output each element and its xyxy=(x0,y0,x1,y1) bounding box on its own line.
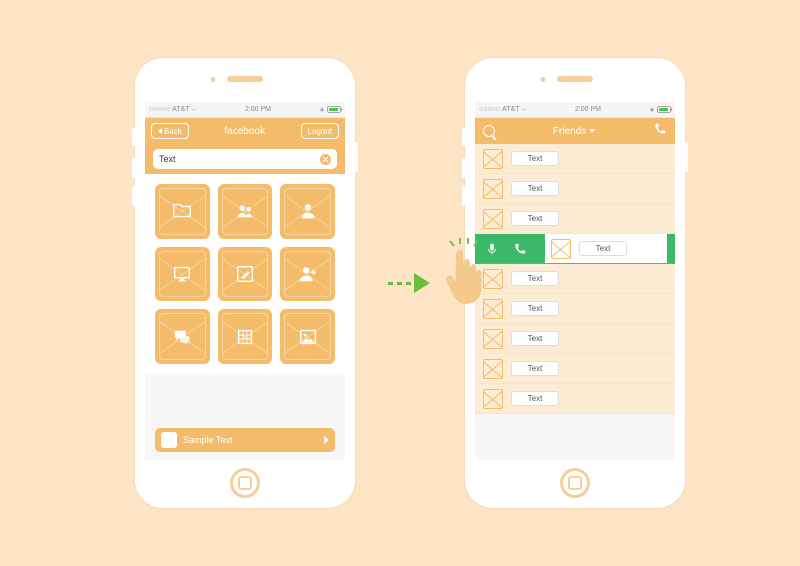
bluetooth-icon: ∗ xyxy=(649,106,655,114)
bottom-label: Sample Text xyxy=(183,435,232,445)
tile-airplay[interactable] xyxy=(155,247,210,302)
nav-bar: Friends xyxy=(475,118,675,144)
home-button[interactable] xyxy=(230,468,260,498)
screen-left: ○○○○○ AT&T ⌵ 2:00 PM ∗ Back facebook Log… xyxy=(145,102,345,460)
list-item[interactable]: Text xyxy=(475,294,675,324)
power-button xyxy=(685,142,688,172)
bottom-thumb xyxy=(161,432,177,448)
call-icon[interactable] xyxy=(653,122,667,141)
swipe-hand-icon xyxy=(438,238,490,308)
tile-add-user[interactable] xyxy=(280,247,335,302)
row-button[interactable]: Text xyxy=(511,151,559,166)
avatar-placeholder xyxy=(483,329,503,349)
avatar-placeholder xyxy=(483,179,503,199)
signal-dots: ○○○○○ xyxy=(479,106,500,113)
row-button[interactable]: Text xyxy=(511,271,559,286)
transition-arrow xyxy=(388,273,430,293)
back-label: Back xyxy=(164,127,182,136)
front-camera xyxy=(211,77,216,82)
logout-label: Logout xyxy=(308,127,332,136)
list-item[interactable]: Text xyxy=(475,204,675,234)
carrier-label: AT&T xyxy=(502,106,519,113)
search-input[interactable]: Text xyxy=(153,149,337,169)
row-button[interactable]: Text xyxy=(511,301,559,316)
tile-grid[interactable] xyxy=(218,309,273,364)
bottom-bar[interactable]: Sample Text xyxy=(155,428,335,452)
tile-picture[interactable] xyxy=(280,309,335,364)
tile-chat[interactable] xyxy=(155,309,210,364)
wifi-icon: ⌵ xyxy=(522,106,527,114)
app-grid xyxy=(145,174,345,374)
tile-person[interactable] xyxy=(280,184,335,239)
nav-bar: Back facebook Logout xyxy=(145,118,345,144)
phone-frame-right: ○○○○○ AT&T ⌵ 2:00 PM ∗ Friends TextTextT… xyxy=(465,58,685,508)
avatar-placeholder xyxy=(551,239,571,259)
logout-button[interactable]: Logout xyxy=(301,123,339,139)
volume-down xyxy=(462,186,465,206)
mute-switch xyxy=(462,128,465,146)
bluetooth-icon: ∗ xyxy=(319,106,325,114)
volume-up xyxy=(132,158,135,178)
volume-down xyxy=(132,186,135,206)
tile-group[interactable] xyxy=(218,184,273,239)
avatar-placeholder xyxy=(483,359,503,379)
list-item[interactable]: Text xyxy=(475,384,675,414)
carrier-label: AT&T xyxy=(172,106,189,113)
battery-icon xyxy=(657,106,671,113)
volume-up xyxy=(462,158,465,178)
avatar-placeholder xyxy=(483,389,503,409)
earpiece xyxy=(227,76,263,82)
list-item[interactable]: Text xyxy=(475,144,675,174)
row-button[interactable]: Text xyxy=(511,181,559,196)
call-icon[interactable] xyxy=(513,242,527,256)
clock: 2:00 PM xyxy=(575,106,601,113)
list-item[interactable]: Text xyxy=(475,324,675,354)
search-row: Text xyxy=(145,144,345,174)
tile-edit[interactable] xyxy=(218,247,273,302)
mute-switch xyxy=(132,128,135,146)
front-camera xyxy=(541,77,546,82)
page-title[interactable]: Friends xyxy=(495,126,653,137)
avatar-placeholder xyxy=(483,149,503,169)
chevron-down-icon xyxy=(589,129,595,133)
row-button[interactable]: Text xyxy=(511,211,559,226)
row-button[interactable]: Text xyxy=(579,241,627,256)
power-button xyxy=(355,142,358,172)
row-button[interactable]: Text xyxy=(511,391,559,406)
row-button[interactable]: Text xyxy=(511,331,559,346)
page-title: facebook xyxy=(195,126,295,137)
home-button[interactable] xyxy=(560,468,590,498)
search-icon[interactable] xyxy=(483,125,495,137)
list-item[interactable]: Text xyxy=(475,234,675,264)
wifi-icon: ⌵ xyxy=(192,106,197,114)
chevron-left-icon xyxy=(158,128,162,134)
list-item[interactable]: Text xyxy=(475,354,675,384)
list-item[interactable]: Text xyxy=(475,174,675,204)
search-value: Text xyxy=(159,154,176,164)
avatar-placeholder xyxy=(483,209,503,229)
phone-frame-left: ○○○○○ AT&T ⌵ 2:00 PM ∗ Back facebook Log… xyxy=(135,58,355,508)
status-bar: ○○○○○ AT&T ⌵ 2:00 PM ∗ xyxy=(475,102,675,118)
earpiece xyxy=(557,76,593,82)
list-item[interactable]: Text xyxy=(475,264,675,294)
back-button[interactable]: Back xyxy=(151,123,189,139)
friends-list: Text Text Text Text Text Text Text Text Text xyxy=(475,144,675,414)
clear-icon[interactable] xyxy=(320,154,331,165)
status-bar: ○○○○○ AT&T ⌵ 2:00 PM ∗ xyxy=(145,102,345,118)
tile-folder[interactable] xyxy=(155,184,210,239)
battery-icon xyxy=(327,106,341,113)
clock: 2:00 PM xyxy=(245,106,271,113)
signal-dots: ○○○○○ xyxy=(149,106,170,113)
row-button[interactable]: Text xyxy=(511,361,559,376)
screen-right: ○○○○○ AT&T ⌵ 2:00 PM ∗ Friends TextTextT… xyxy=(475,102,675,460)
chevron-right-icon xyxy=(324,436,329,444)
